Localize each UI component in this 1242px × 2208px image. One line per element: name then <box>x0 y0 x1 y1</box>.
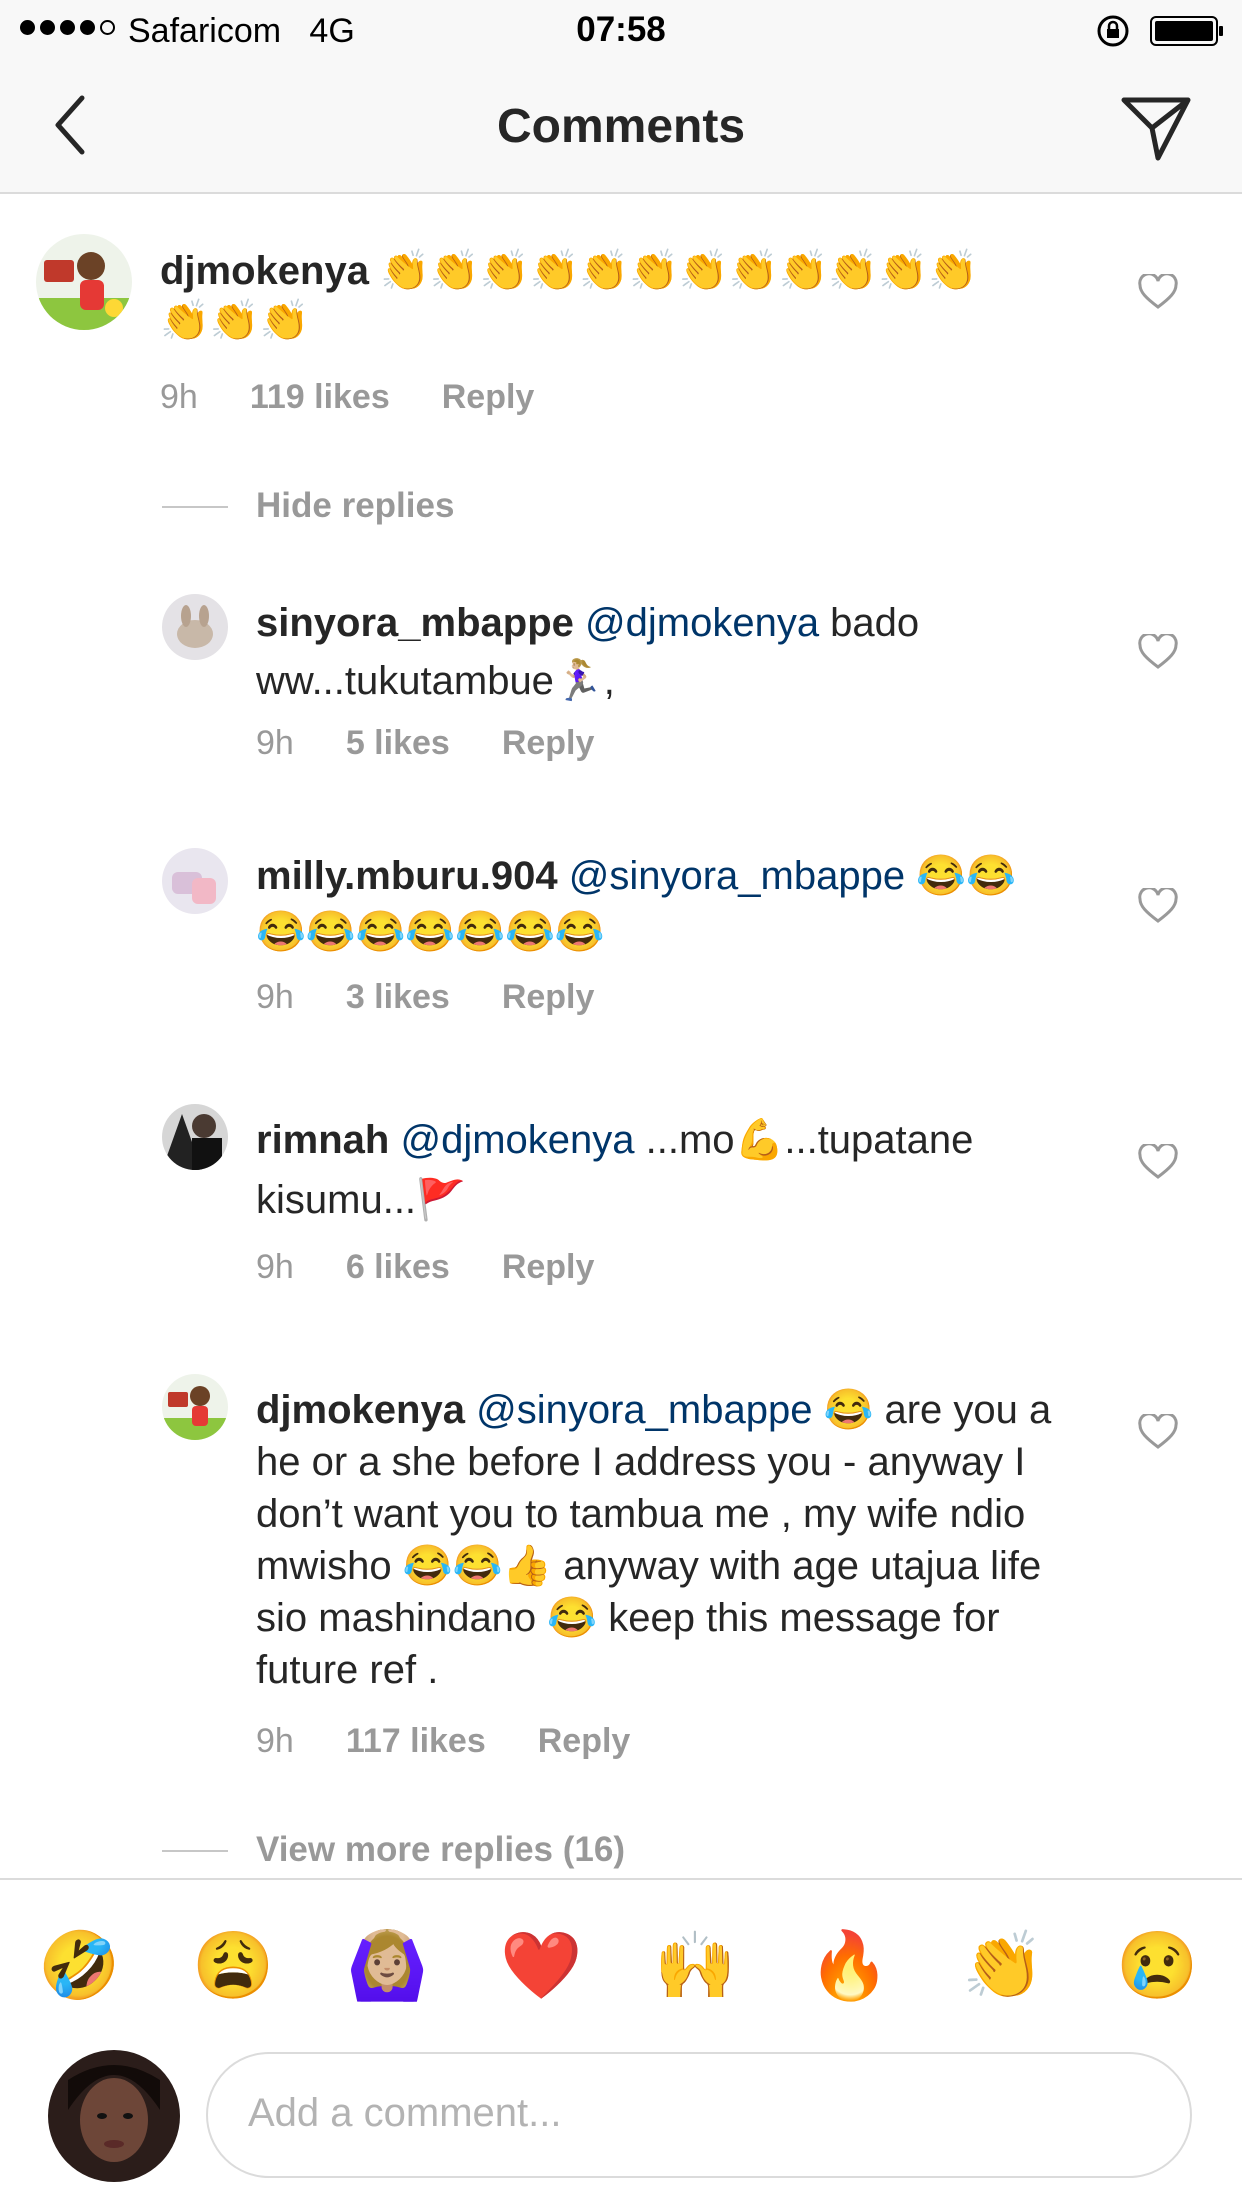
comment-username[interactable]: djmokenya <box>160 249 369 293</box>
avatar[interactable] <box>162 594 228 660</box>
comment-age: 9h <box>256 978 294 1016</box>
comment-mention[interactable]: @sinyora_mbappe <box>569 854 905 898</box>
reply-button[interactable]: Reply <box>502 978 595 1017</box>
avatar[interactable] <box>36 234 132 330</box>
direct-send-icon[interactable] <box>1118 88 1194 164</box>
comment-mention[interactable]: @sinyora_mbappe <box>476 1388 812 1432</box>
view-more-replies-button[interactable]: View more replies (16) <box>256 1830 625 1870</box>
reply-button[interactable]: Reply <box>502 1248 595 1287</box>
comment-meta: 9h 5 likes Reply <box>256 724 594 763</box>
comment-username[interactable]: milly.mburu.904 <box>256 854 558 898</box>
emoji-weary[interactable]: 😩 <box>192 1925 274 2005</box>
comment-username[interactable]: rimnah <box>256 1118 389 1162</box>
hide-replies-button[interactable]: Hide replies <box>256 486 454 526</box>
emoji-clap[interactable]: 👏 <box>962 1925 1044 2005</box>
emoji-quick-bar: 🤣 😩 🙆🏼‍♀️ ❤️ 🙌 🔥 👏 😢 <box>0 1878 1242 2050</box>
comment-text: sinyora_mbappe @djmokenya bado ww...tuku… <box>256 594 1056 710</box>
rotation-lock-icon <box>1097 15 1129 47</box>
comment-username[interactable]: djmokenya <box>256 1388 465 1432</box>
emoji-fire[interactable]: 🔥 <box>808 1925 890 2005</box>
comment-likes[interactable]: 119 likes <box>250 378 390 417</box>
comment-age: 9h <box>160 378 198 416</box>
comment-age: 9h <box>256 724 294 762</box>
comment-meta: 9h 3 likes Reply <box>256 978 594 1017</box>
emoji-cry[interactable]: 😢 <box>1116 1925 1198 2005</box>
comment-text: milly.mburu.904 @sinyora_mbappe 😂😂😂😂😂😂😂😂… <box>256 848 1036 960</box>
comment-text: djmokenya 👏👏👏👏👏👏👏👏👏👏👏👏👏👏👏 <box>160 246 1000 346</box>
comment-meta: 9h 119 likes Reply <box>160 378 534 417</box>
comment-input[interactable] <box>246 2090 1150 2137</box>
like-heart-icon[interactable] <box>1138 274 1178 310</box>
reply-button[interactable]: Reply <box>442 378 535 417</box>
emoji-raised-hands[interactable]: 🙌 <box>654 1925 736 2005</box>
clock: 07:58 <box>576 10 666 49</box>
avatar[interactable] <box>162 1374 228 1440</box>
comment-text: djmokenya @sinyora_mbappe 😂 are you a he… <box>256 1384 1076 1696</box>
like-heart-icon[interactable] <box>1138 1144 1178 1180</box>
comment-text: rimnah @djmokenya ...mo💪...tupatane kisu… <box>256 1110 1056 1230</box>
avatar[interactable] <box>162 1104 228 1170</box>
like-heart-icon[interactable] <box>1138 1414 1178 1450</box>
like-heart-icon[interactable] <box>1138 634 1178 670</box>
emoji-heart[interactable]: ❤️ <box>500 1925 582 2005</box>
view-more-divider <box>162 1850 228 1852</box>
comment-input-container[interactable] <box>206 2052 1192 2178</box>
emoji-rofl[interactable]: 🤣 <box>38 1925 120 2005</box>
comment-likes[interactable]: 6 likes <box>346 1248 450 1287</box>
hide-replies-divider <box>162 506 228 508</box>
comment-mention[interactable]: @djmokenya <box>400 1118 634 1162</box>
page-title: Comments <box>496 100 746 153</box>
comment-meta: 9h 6 likes Reply <box>256 1248 594 1287</box>
current-user-avatar <box>48 2050 180 2182</box>
header: Comments <box>0 64 1242 194</box>
comment-age: 9h <box>256 1722 294 1760</box>
avatar[interactable] <box>162 848 228 914</box>
reply-button[interactable]: Reply <box>502 724 595 763</box>
emoji-ok-gesture[interactable]: 🙆🏼‍♀️ <box>346 1925 428 2005</box>
reply-button[interactable]: Reply <box>538 1722 631 1761</box>
comment-meta: 9h 117 likes Reply <box>256 1722 630 1761</box>
battery-icon <box>1150 16 1223 46</box>
like-heart-icon[interactable] <box>1138 888 1178 924</box>
comment-body: 😂 are you a he or a she before I address… <box>256 1388 1052 1692</box>
comment-age: 9h <box>256 1248 294 1286</box>
comment-username[interactable]: sinyora_mbappe <box>256 601 574 645</box>
comment-likes[interactable]: 3 likes <box>346 978 450 1017</box>
status-bar: Safaricom 4G 07:58 <box>0 0 1242 64</box>
comment-likes[interactable]: 117 likes <box>346 1722 486 1761</box>
comment-mention[interactable]: @djmokenya <box>585 601 819 645</box>
comment-likes[interactable]: 5 likes <box>346 724 450 763</box>
